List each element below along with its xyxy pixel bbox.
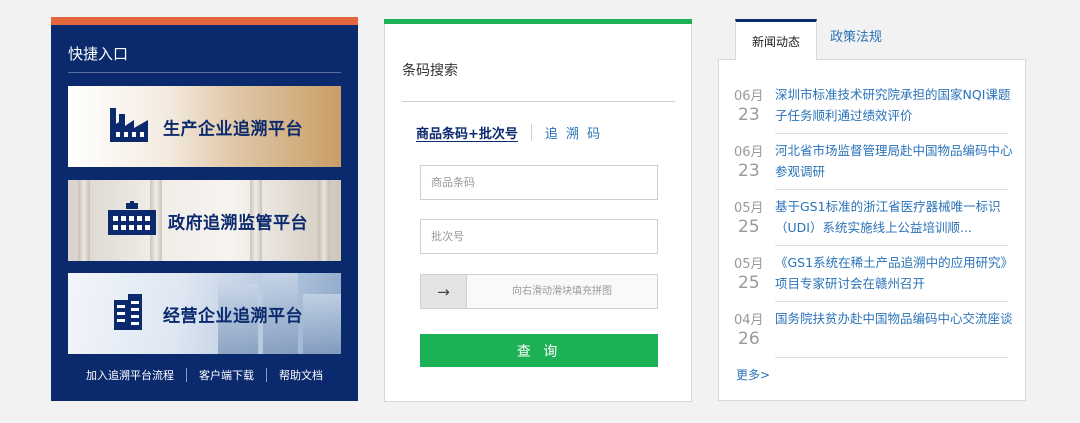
help-docs-link[interactable]: 帮助文档	[267, 367, 335, 383]
client-download-link[interactable]: 客户端下载	[187, 367, 266, 383]
batch-number-input[interactable]	[420, 219, 658, 254]
news-tabs: 新闻动态 政策法规	[735, 19, 895, 60]
more-news-link[interactable]: 更多>	[736, 366, 770, 383]
news-item: 05月 25 《GS1系统在稀土产品追溯中的应用研究》 项目专家研讨会在赣州召开	[719, 250, 1025, 302]
news-month: 06月	[734, 89, 764, 104]
tab-policies[interactable]: 政策法规	[817, 19, 895, 57]
barcode-search-panel: 条码搜索 商品条码+批次号 追 溯 码 → 向右滑动滑块填充拼图 查 询	[384, 19, 692, 402]
government-traceability-entry[interactable]: 政府追溯监管平台	[68, 180, 341, 261]
slider-handle[interactable]: →	[421, 275, 467, 308]
news-month: 05月	[734, 201, 764, 216]
factory-icon	[108, 106, 150, 148]
news-day: 25	[738, 273, 760, 293]
office-building-icon	[112, 292, 144, 336]
news-title-link[interactable]: 深圳市标准技术研究院承担的国家NQI课题子任务顺利通过绩效评价	[775, 84, 1021, 126]
barcode-search-title: 条码搜索	[402, 63, 458, 79]
news-day: 23	[738, 161, 760, 181]
join-process-link[interactable]: 加入追溯平台流程	[74, 367, 186, 383]
government-building-icon	[106, 200, 158, 241]
entry-label: 经营企业追溯平台	[163, 306, 303, 326]
arrow-right-icon: →	[437, 282, 450, 301]
news-title-link[interactable]: 基于GS1标准的浙江省医疗器械唯一标识（UDI）系统实施线上公益培训顺...	[775, 196, 1021, 238]
search-accent-bar	[384, 19, 692, 24]
quick-entry-divider	[68, 72, 341, 73]
news-divider	[775, 245, 1008, 246]
search-tabs: 商品条码+批次号 追 溯 码	[416, 123, 602, 142]
quick-entry-panel: 快捷入口 生产企业追溯平台 政府追溯监管平台 经营企业追溯平台 加入追溯平台流程…	[51, 17, 358, 401]
news-item: 06月 23 深圳市标准技术研究院承担的国家NQI课题子任务顺利通过绩效评价	[719, 82, 1025, 134]
news-item: 04月 26 国务院扶贫办赴中国物品编码中心交流座谈	[719, 306, 1025, 358]
barcode-input[interactable]	[420, 165, 658, 200]
news-item: 05月 25 基于GS1标准的浙江省医疗器械唯一标识（UDI）系统实施线上公益培…	[719, 194, 1025, 246]
news-day: 25	[738, 217, 760, 237]
business-traceability-entry[interactable]: 经营企业追溯平台	[68, 273, 341, 354]
tab-barcode-batch[interactable]: 商品条码+批次号	[416, 123, 518, 142]
quick-entry-title: 快捷入口	[68, 45, 129, 63]
news-month: 04月	[734, 313, 764, 328]
slider-captcha: → 向右滑动滑块填充拼图	[420, 274, 658, 309]
entry-label: 生产企业追溯平台	[163, 119, 303, 139]
query-button[interactable]: 查 询	[420, 334, 658, 367]
news-divider	[775, 133, 1008, 134]
news-item: 06月 23 河北省市场监督管理局赴中国物品编码中心参观调研	[719, 138, 1025, 190]
production-traceability-entry[interactable]: 生产企业追溯平台	[68, 86, 341, 167]
news-title-link[interactable]: 河北省市场监督管理局赴中国物品编码中心参观调研	[775, 140, 1021, 182]
search-divider	[402, 101, 675, 102]
news-divider	[775, 189, 1008, 190]
tab-news[interactable]: 新闻动态	[735, 19, 817, 60]
news-day: 26	[738, 329, 760, 349]
entry-label: 政府追溯监管平台	[168, 213, 308, 233]
tab-trace-code[interactable]: 追 溯 码	[545, 123, 602, 142]
news-divider	[775, 301, 1008, 302]
news-month: 05月	[734, 257, 764, 272]
news-title-link[interactable]: 国务院扶贫办赴中国物品编码中心交流座谈	[775, 308, 1021, 329]
news-panel: 06月 23 深圳市标准技术研究院承担的国家NQI课题子任务顺利通过绩效评价 0…	[718, 59, 1026, 401]
quick-entry-links: 加入追溯平台流程 客户端下载 帮助文档	[51, 367, 358, 383]
tab-separator	[530, 124, 532, 141]
slider-hint: 向右滑动滑块填充拼图	[512, 286, 612, 297]
quick-entry-accent-bar	[51, 17, 358, 25]
news-divider	[775, 357, 1008, 358]
news-day: 23	[738, 105, 760, 125]
news-title-link[interactable]: 《GS1系统在稀土产品追溯中的应用研究》 项目专家研讨会在赣州召开	[775, 252, 1021, 294]
news-month: 06月	[734, 145, 764, 160]
